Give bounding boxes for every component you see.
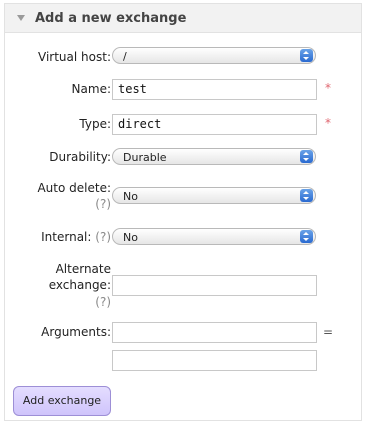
virtual-host-value: / bbox=[123, 50, 127, 63]
collapse-triangle-icon[interactable] bbox=[17, 15, 25, 21]
durability-select[interactable]: Durable bbox=[112, 148, 316, 165]
durability-value: Durable bbox=[123, 151, 167, 164]
internal-label: Internal: bbox=[41, 230, 92, 244]
internal-label-group: Internal: (?) bbox=[41, 230, 111, 245]
internal-value: No bbox=[123, 231, 138, 244]
name-label: Name: bbox=[71, 82, 111, 96]
virtual-host-label: Virtual host: bbox=[38, 50, 111, 64]
add-exchange-button[interactable]: Add exchange bbox=[13, 386, 111, 416]
panel-title: Add a new exchange bbox=[35, 10, 187, 26]
alternate-exchange-input[interactable] bbox=[112, 275, 317, 296]
type-input[interactable]: direct bbox=[112, 114, 317, 135]
argument-key-input[interactable] bbox=[112, 322, 317, 343]
auto-delete-help-link[interactable]: (?) bbox=[95, 197, 111, 212]
alternate-exchange-label-line1: Alternate bbox=[55, 262, 111, 276]
select-arrows-icon bbox=[300, 150, 313, 163]
internal-select[interactable]: No bbox=[112, 228, 316, 245]
name-required-marker: * bbox=[325, 81, 331, 95]
name-input[interactable]: test bbox=[112, 79, 317, 100]
select-arrows-icon bbox=[300, 189, 313, 202]
add-exchange-panel: Add a new exchange Virtual host: / Name:… bbox=[4, 3, 362, 421]
type-label: Type: bbox=[79, 117, 111, 131]
arguments-label: Arguments: bbox=[41, 325, 111, 339]
type-required-marker: * bbox=[325, 116, 331, 130]
select-arrows-icon bbox=[300, 230, 313, 243]
auto-delete-value: No bbox=[123, 190, 138, 203]
alternate-exchange-label-line2: exchange: bbox=[48, 278, 111, 292]
virtual-host-select[interactable]: / bbox=[112, 47, 316, 64]
internal-help-link[interactable]: (?) bbox=[95, 230, 111, 244]
arguments-equals-sign: = bbox=[323, 325, 334, 339]
panel-header[interactable]: Add a new exchange bbox=[5, 4, 361, 33]
select-arrows-icon bbox=[300, 49, 313, 62]
auto-delete-select[interactable]: No bbox=[112, 187, 316, 204]
durability-label: Durability: bbox=[49, 150, 111, 164]
auto-delete-label: Auto delete: bbox=[37, 181, 111, 195]
alternate-exchange-help-link[interactable]: (?) bbox=[95, 295, 111, 310]
argument-value-input[interactable] bbox=[112, 350, 317, 371]
